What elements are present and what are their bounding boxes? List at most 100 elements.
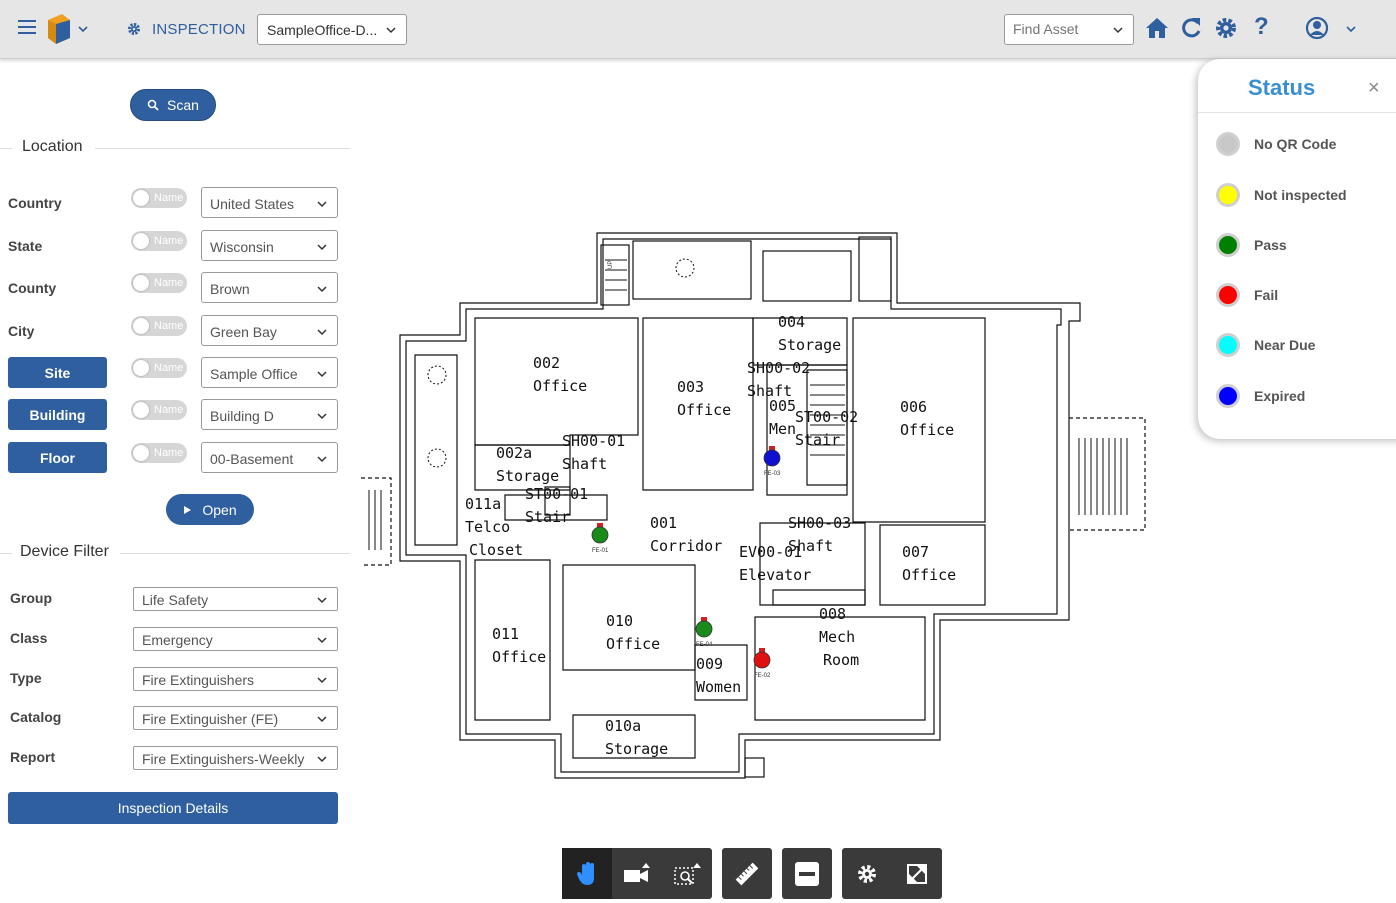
help-icon[interactable]: ?	[1254, 13, 1269, 41]
status-legend-panel: Status × No QR Code Not inspected Pass Fail…	[1198, 59, 1396, 439]
country-name-toggle[interactable]: Name	[131, 188, 187, 208]
status-dot-icon[interactable]	[591, 526, 609, 544]
site-select-value: Sample Office	[210, 366, 298, 382]
city-label: City	[8, 323, 35, 339]
report-label: Report	[10, 749, 56, 765]
room-name: Office	[677, 401, 731, 419]
pan-tool-button[interactable]	[562, 848, 612, 899]
status-label: Pass	[1254, 237, 1287, 253]
view-settings-button[interactable]	[842, 848, 892, 899]
site-select[interactable]: Sample Office	[201, 357, 338, 388]
toggle-label: Name	[154, 362, 184, 374]
type-select[interactable]: Fire Extinguishers	[133, 667, 338, 691]
menu-icon[interactable]	[18, 20, 36, 34]
city-name-toggle[interactable]: Name	[131, 316, 187, 336]
site-button[interactable]: Site	[8, 357, 107, 388]
building-select[interactable]: Building D	[201, 399, 338, 430]
find-asset-field[interactable]	[1004, 14, 1134, 45]
room-number: 008	[819, 605, 846, 623]
toggle-knob	[133, 190, 149, 206]
status-dot-icon	[1216, 283, 1240, 307]
user-avatar-icon[interactable]	[1304, 15, 1330, 41]
fullscreen-icon	[907, 863, 927, 884]
class-select-value: Emergency	[142, 632, 213, 648]
chevron-down-icon	[317, 716, 327, 723]
status-dot-icon	[1216, 384, 1240, 408]
site-select[interactable]: SampleOffice-D...	[257, 14, 407, 45]
status-dot-icon[interactable]	[763, 449, 781, 467]
group-select-value: Life Safety	[142, 592, 209, 608]
extinguisher-tag: FE-03	[764, 471, 781, 477]
measure-icon	[735, 862, 759, 885]
group-select[interactable]: Life Safety	[133, 587, 338, 611]
fullscreen-button[interactable]	[892, 848, 942, 899]
settings-toolbar	[842, 848, 942, 899]
catalog-select[interactable]: Fire Extinguisher (FE)	[133, 706, 338, 730]
fire-extinguisher-marker[interactable]: FE-02	[753, 648, 771, 679]
room-name: Women	[696, 678, 741, 696]
chevron-down-icon[interactable]	[1113, 25, 1123, 35]
status-label: No QR Code	[1254, 136, 1337, 152]
room-number: 011a	[465, 495, 501, 513]
toggle-knob	[133, 275, 149, 291]
status-item: Fail	[1216, 282, 1278, 308]
close-icon[interactable]: ×	[1368, 77, 1380, 100]
county-select[interactable]: Brown	[201, 272, 338, 303]
inspection-details-button[interactable]: Inspection Details	[8, 792, 338, 824]
state-select-value: Wisconsin	[210, 239, 274, 255]
state-select[interactable]: Wisconsin	[201, 230, 338, 261]
scan-label: Scan	[167, 97, 199, 113]
status-dot-icon[interactable]	[695, 620, 713, 638]
status-item: Near Due	[1216, 332, 1315, 358]
report-select[interactable]: Fire Extinguishers-Weekly	[133, 746, 338, 770]
building-name-toggle[interactable]: Name	[131, 400, 187, 420]
status-dot-icon	[1216, 183, 1240, 207]
app-logo[interactable]	[42, 12, 76, 46]
chevron-down-icon[interactable]	[78, 24, 88, 34]
floor-select[interactable]: 00-Basement	[201, 442, 338, 473]
room-number: 009	[696, 655, 723, 673]
class-label: Class	[10, 630, 48, 646]
room-number: 001	[650, 514, 677, 532]
county-label: County	[8, 280, 57, 296]
open-button[interactable]: Open	[166, 494, 254, 525]
room-name: Office	[533, 377, 587, 395]
room-number: EV00-01	[739, 543, 802, 561]
site-name-toggle[interactable]: Name	[131, 358, 187, 378]
refresh-icon[interactable]	[1178, 15, 1204, 41]
fire-extinguisher-marker[interactable]: FE-01	[591, 523, 609, 554]
state-name-toggle[interactable]: Name	[131, 231, 187, 251]
home-icon[interactable]	[1144, 15, 1170, 41]
find-asset-input[interactable]	[1013, 15, 1113, 43]
country-select[interactable]: United States	[201, 187, 338, 218]
measure-tool-button[interactable]	[722, 848, 772, 899]
zoom-area-tool-button[interactable]	[662, 848, 712, 899]
module-title[interactable]: INSPECTION	[152, 21, 246, 38]
column-markers	[427, 258, 695, 468]
room-name: Office	[900, 421, 954, 439]
room-name: Stair	[795, 431, 840, 449]
fire-extinguisher-marker[interactable]: FE-04	[695, 617, 713, 648]
room-name: Storage	[496, 467, 559, 485]
toggle-label: Name	[154, 320, 184, 332]
toggle-label: Name	[154, 447, 184, 459]
chevron-down-icon	[317, 413, 327, 420]
camera-tool-button[interactable]	[612, 848, 662, 899]
chevron-down-icon[interactable]	[1346, 24, 1356, 34]
minus-tool-button[interactable]	[782, 848, 832, 899]
building-button[interactable]: Building	[8, 399, 107, 430]
class-select[interactable]: Emergency	[133, 627, 338, 651]
scan-button[interactable]: Scan	[130, 89, 216, 121]
settings-icon[interactable]	[1213, 15, 1239, 41]
city-select[interactable]: Green Bay	[201, 315, 338, 346]
floor-button[interactable]: Floor	[8, 442, 107, 473]
floor-name-toggle[interactable]: Name	[131, 443, 187, 463]
county-name-toggle[interactable]: Name	[131, 273, 187, 293]
status-dot-icon	[1216, 333, 1240, 357]
floor-plan[interactable]: UP 002 Office 003 Office 004 Storage 006 Office…	[355, 225, 1155, 785]
room-name: Telco	[465, 518, 510, 536]
room-number: 011	[492, 625, 519, 643]
room-number: 002	[533, 354, 560, 372]
status-dot-icon[interactable]	[753, 651, 771, 669]
status-item: Not inspected	[1216, 182, 1347, 208]
